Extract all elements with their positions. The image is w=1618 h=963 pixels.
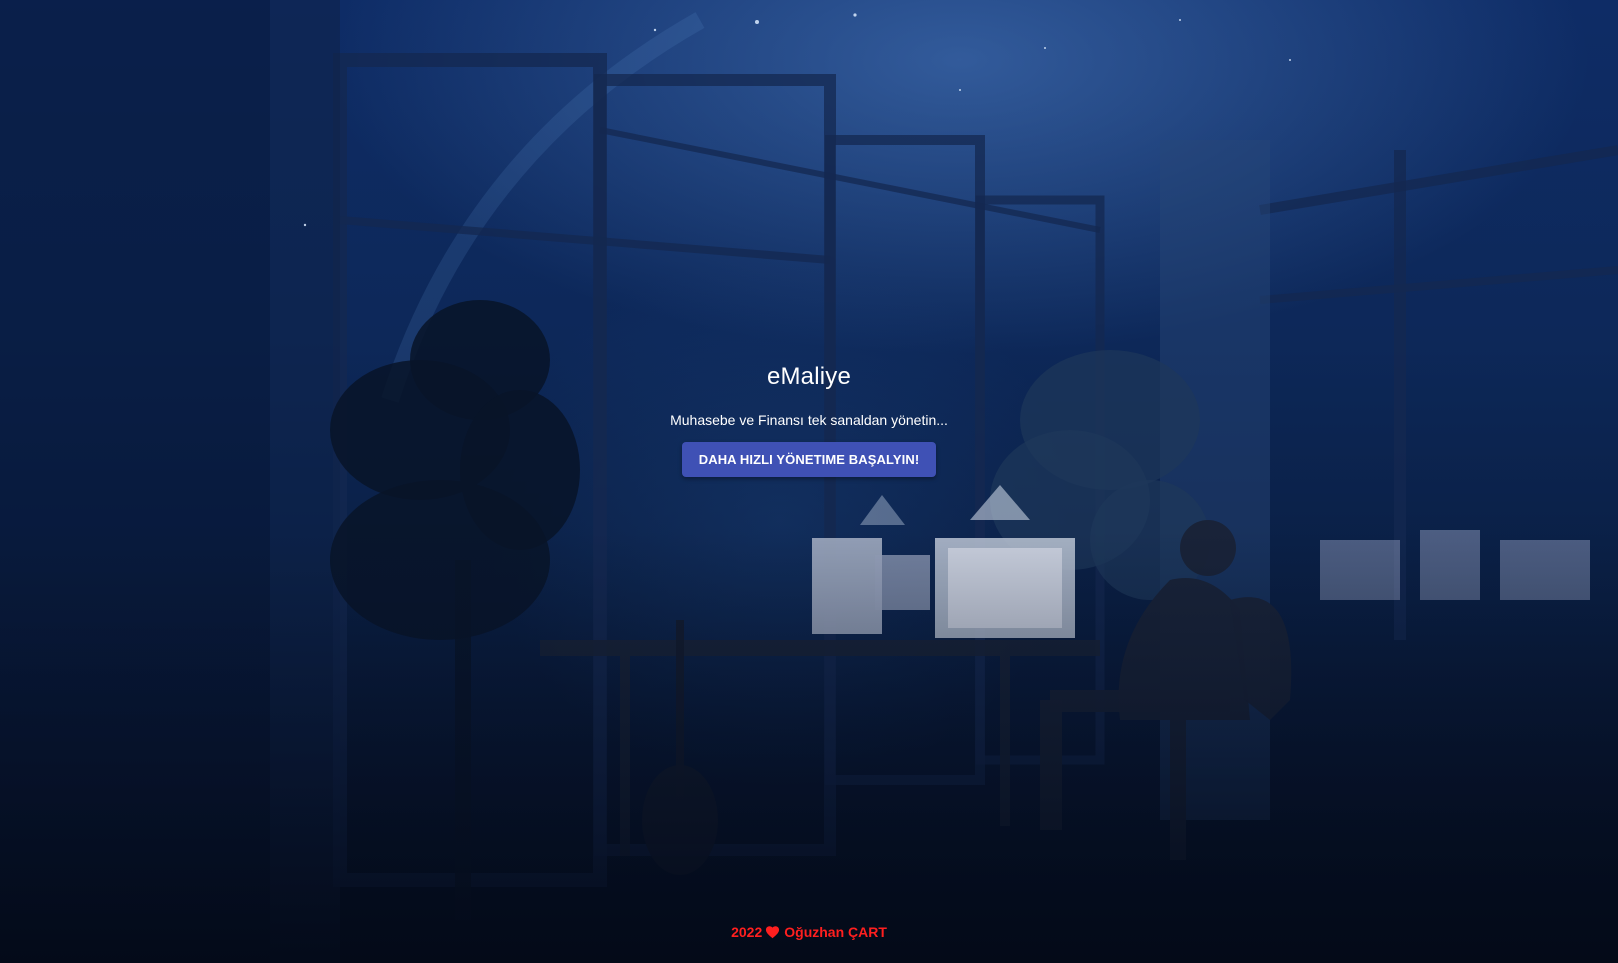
hero-content: eMaliye Muhasebe ve Finansı tek sanaldan… [0,363,1618,477]
footer: 2022 Oğuzhan ÇART [0,924,1618,942]
heart-icon [765,925,780,942]
footer-year: 2022 [731,924,763,940]
app-title: eMaliye [766,363,852,390]
footer-author: Oğuzhan ÇART [784,924,887,940]
hero-section: eMaliye Muhasebe ve Finansı tek sanaldan… [0,0,1618,963]
get-started-button[interactable]: DAHA HIZLI YÖNETIME BAŞALYIN! [682,442,936,477]
background-office-image [0,0,1618,963]
app-tagline: Muhasebe ve Finansı tek sanaldan yönetin… [670,412,948,428]
